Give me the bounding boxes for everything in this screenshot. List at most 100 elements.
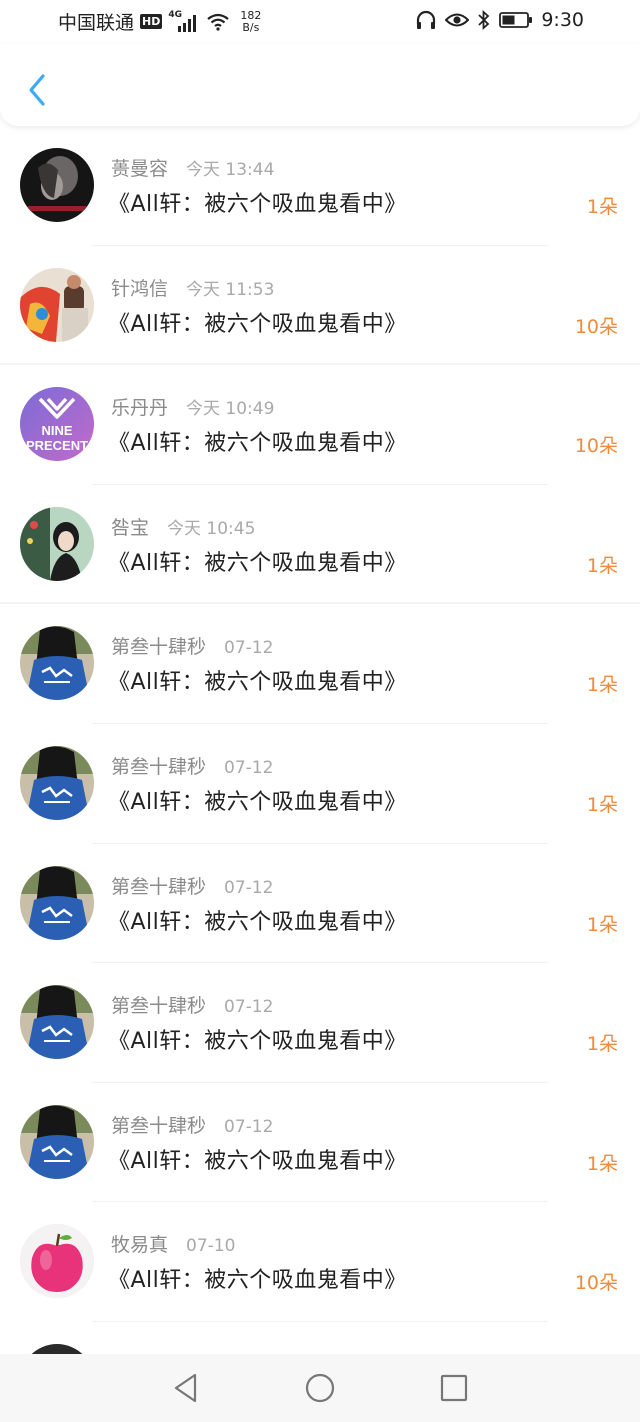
gift-count: 1朵 (586, 554, 618, 577)
item-time: 07-12 (224, 877, 274, 898)
list-item[interactable]: 咎宝 今天 10:45 《All轩：被六个吸血鬼看中》 1朵 (0, 485, 640, 605)
user-name[interactable]: 针鸿信 (111, 274, 168, 301)
gift-count: 1朵 (586, 913, 618, 936)
list-item[interactable]: 第叁十肆秒 07-12 《All轩：被六个吸血鬼看中》 1朵 (0, 1083, 640, 1203)
item-meta: 乐丹丹 今天 10:49 (111, 393, 274, 420)
header-bar (0, 44, 640, 126)
gift-count: 10朵 (574, 435, 618, 458)
home-circle-icon (304, 1372, 336, 1404)
status-right: 9:30 (415, 9, 584, 31)
item-meta: 咎宝 今天 10:45 (111, 513, 255, 540)
signal-type-label: 4G (168, 9, 183, 20)
avatar[interactable] (20, 267, 94, 342)
gift-count: 10朵 (574, 315, 618, 338)
gift-record-list[interactable]: 蒉曼容 今天 13:44 《All轩：被六个吸血鬼看中》 1朵 针鸿信 今天 1… (0, 126, 640, 1354)
book-title[interactable]: 《All轩：被六个吸血鬼看中》 (108, 425, 407, 457)
user-name[interactable]: 第叁十肆秒 (111, 632, 206, 659)
avatar[interactable]: NINE PRECENT (20, 387, 94, 462)
net-speed: 182 B/s (240, 8, 262, 34)
avatar-dark-portrait-image (20, 148, 94, 222)
carrier-name: 中国联通 (58, 12, 135, 34)
status-left: 中国联通 HD 4G 182 B/s (58, 8, 261, 35)
item-time: 07-10 (186, 1236, 236, 1257)
avatar-girl-green-image (20, 506, 94, 581)
item-time: 今天 10:45 (167, 518, 256, 539)
item-time: 今天 11:53 (186, 279, 275, 300)
item-time: 今天 13:44 (186, 160, 275, 180)
logo-text-bottom: PRECENT (26, 438, 88, 453)
nav-back-button[interactable] (166, 1368, 206, 1408)
list-item[interactable]: 第叁十肆秒 07-12 《All轩：被六个吸血鬼看中》 1朵 (0, 724, 640, 844)
status-time: 9:30 (541, 9, 584, 31)
avatar-blue-jacket-image (20, 865, 94, 940)
avatar-blue-jacket-image (20, 985, 94, 1060)
gift-count: 1朵 (586, 794, 618, 816)
list-item[interactable]: 针鸿信 今天 11:53 《All轩：被六个吸血鬼看中》 10朵 (0, 246, 640, 366)
list-item[interactable]: 第叁十肆秒 07-12 《All轩：被六个吸血鬼看中》 1朵 (0, 844, 640, 964)
avatar[interactable] (20, 626, 94, 701)
book-title[interactable]: 《All轩：被六个吸血鬼看中》 (108, 664, 407, 696)
user-name[interactable]: 第叁十肆秒 (111, 752, 206, 779)
book-title[interactable]: 《All轩：被六个吸血鬼看中》 (108, 545, 407, 577)
status-bar: 中国联通 HD 4G 182 B/s 9:30 (0, 0, 640, 44)
back-button[interactable] (22, 72, 52, 108)
user-name[interactable]: 牧易真 (111, 1230, 168, 1257)
user-name[interactable]: 乐丹丹 (111, 393, 168, 420)
book-title[interactable]: 《All轩：被六个吸血鬼看中》 (108, 784, 407, 816)
list-item[interactable]: 第叁十肆秒 07-12 《All轩：被六个吸血鬼看中》 1朵 (0, 963, 640, 1083)
signal-icon: 4G (168, 9, 200, 32)
item-time: 07-12 (224, 997, 274, 1018)
avatar[interactable] (20, 1224, 94, 1299)
user-name[interactable]: 第叁十肆秒 (111, 1111, 206, 1138)
chevron-left-icon (27, 73, 47, 107)
gift-count: 1朵 (586, 674, 618, 697)
wifi-icon (206, 13, 230, 31)
nav-recents-button[interactable] (434, 1368, 474, 1408)
avatar[interactable] (20, 148, 94, 222)
book-title[interactable]: 《All轩：被六个吸血鬼看中》 (108, 1023, 407, 1055)
avatar-pink-apple-image (20, 1224, 94, 1299)
net-speed-unit: B/s (242, 20, 260, 34)
battery-icon (499, 11, 533, 29)
item-meta: 针鸿信 今天 11:53 (111, 274, 274, 301)
item-time: 07-12 (224, 638, 274, 659)
gift-count: 10朵 (574, 1272, 618, 1295)
list-item[interactable]: 蒉曼容 今天 13:44 《All轩：被六个吸血鬼看中》 1朵 (0, 126, 640, 246)
logo-text-top: NINE (41, 423, 72, 438)
avatar-blue-jacket-image (20, 1104, 94, 1179)
book-title[interactable]: 《All轩：被六个吸血鬼看中》 (108, 186, 407, 218)
list-item[interactable]: 第叁十肆秒 07-12 《All轩：被六个吸血鬼看中》 1朵 (0, 604, 640, 724)
user-name[interactable]: 第叁十肆秒 (111, 872, 206, 899)
user-name[interactable]: 第叁十肆秒 (111, 991, 206, 1018)
eye-icon (445, 11, 470, 29)
book-title[interactable]: 《All轩：被六个吸血鬼看中》 (108, 1143, 407, 1175)
item-meta: 第叁十肆秒 07-12 (111, 1111, 273, 1138)
item-time: 07-12 (224, 758, 274, 778)
user-name[interactable]: 咎宝 (111, 513, 149, 540)
item-meta: 第叁十肆秒 07-12 (111, 752, 273, 779)
avatar[interactable] (20, 506, 94, 581)
gift-count: 1朵 (586, 196, 618, 218)
user-name[interactable]: 蒉曼容 (111, 154, 168, 181)
item-meta: 第叁十肆秒 07-12 (111, 991, 273, 1018)
avatar[interactable] (20, 865, 94, 940)
gift-count: 1朵 (586, 1152, 618, 1175)
avatar-blue-jacket-image (20, 626, 94, 701)
recents-square-icon (439, 1373, 469, 1403)
item-meta: 蒉曼容 今天 13:44 (111, 154, 274, 181)
list-item[interactable]: NINE PRECENT 乐丹丹 今天 10:49 《All轩：被六个吸血鬼看中… (0, 365, 640, 485)
book-title[interactable]: 《All轩：被六个吸血鬼看中》 (108, 306, 407, 338)
nav-home-button[interactable] (300, 1368, 340, 1408)
bluetooth-icon (477, 10, 491, 30)
item-time: 今天 10:49 (186, 399, 275, 420)
avatar[interactable] (20, 985, 94, 1060)
net-speed-value: 182 (240, 8, 262, 22)
list-item[interactable]: 牧易真 07-10 《All轩：被六个吸血鬼看中》 10朵 (0, 1202, 640, 1322)
list-item-partial[interactable] (0, 1322, 640, 1354)
avatar[interactable] (20, 746, 94, 820)
book-title[interactable]: 《All轩：被六个吸血鬼看中》 (108, 904, 407, 936)
book-title[interactable]: 《All轩：被六个吸血鬼看中》 (108, 1262, 407, 1294)
back-triangle-icon (171, 1372, 201, 1404)
avatar[interactable] (20, 1344, 94, 1354)
avatar[interactable] (20, 1104, 94, 1179)
